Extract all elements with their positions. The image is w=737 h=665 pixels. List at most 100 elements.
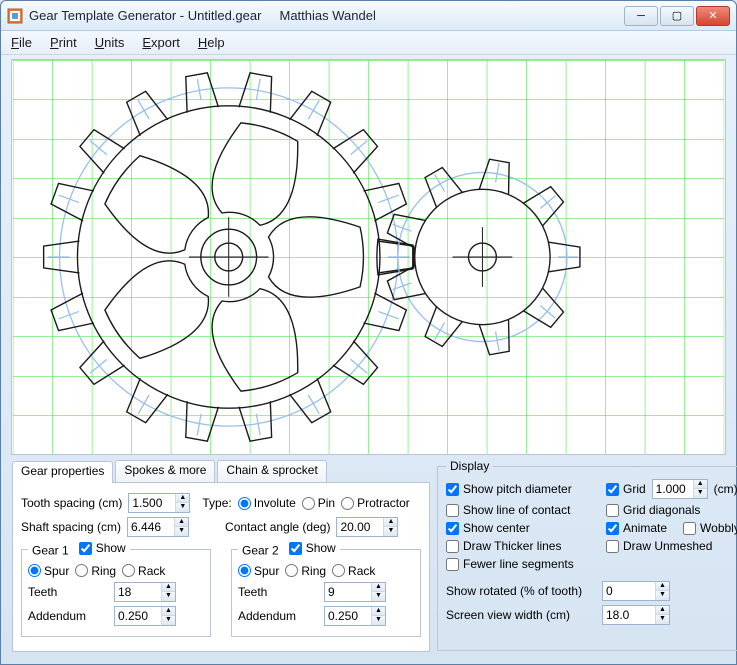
minimize-button[interactable]: ─ bbox=[624, 6, 658, 26]
gear1-addendum-input[interactable] bbox=[115, 608, 161, 624]
shaft-spacing-label: Shaft spacing (cm) bbox=[21, 520, 121, 534]
gear-canvas[interactable] bbox=[11, 59, 726, 455]
gear1-show-check[interactable]: Show bbox=[79, 541, 126, 555]
spin-up-icon[interactable]: ▲ bbox=[372, 583, 385, 592]
spin-down-icon[interactable]: ▼ bbox=[656, 591, 669, 600]
spin-up-icon[interactable]: ▲ bbox=[694, 480, 707, 489]
menu-help[interactable]: Help bbox=[198, 35, 225, 50]
maximize-button[interactable]: ▢ bbox=[660, 6, 694, 26]
spin-down-icon[interactable]: ▼ bbox=[656, 615, 669, 624]
spin-down-icon[interactable]: ▼ bbox=[694, 489, 707, 498]
show-pitch-check[interactable]: Show pitch diameter bbox=[446, 482, 596, 496]
screen-width-label: Screen view width (cm) bbox=[446, 608, 596, 622]
spin-down-icon[interactable]: ▼ bbox=[176, 503, 189, 512]
bottom-panel: Gear properties Spokes & more Chain & sp… bbox=[11, 459, 726, 653]
shaft-spacing-spinner[interactable]: ▲▼ bbox=[127, 517, 189, 537]
gear1-addendum-spinner[interactable]: ▲▼ bbox=[114, 606, 176, 626]
gear1-teeth-spinner[interactable]: ▲▼ bbox=[114, 582, 176, 602]
wobbly-check[interactable]: Wobbly bbox=[683, 521, 737, 535]
gear2-show-check[interactable]: Show bbox=[289, 541, 336, 555]
grid-unit-label: (cm) bbox=[714, 482, 737, 496]
menubar: File Print Units Export Help bbox=[1, 31, 736, 55]
spin-up-icon[interactable]: ▲ bbox=[656, 582, 669, 591]
gear2-spur-radio[interactable]: Spur bbox=[238, 564, 279, 578]
window-buttons: ─ ▢ ✕ bbox=[624, 6, 730, 26]
tooth-spacing-label: Tooth spacing (cm) bbox=[21, 496, 122, 510]
spin-down-icon[interactable]: ▼ bbox=[162, 592, 175, 601]
gear1-rack-radio[interactable]: Rack bbox=[122, 564, 165, 578]
tab-strip: Gear properties Spokes & more Chain & sp… bbox=[12, 460, 430, 482]
grid-value-input[interactable] bbox=[653, 481, 693, 497]
type-protractor-radio[interactable]: Protractor bbox=[341, 496, 410, 510]
tab-gear-properties[interactable]: Gear properties bbox=[12, 461, 113, 483]
display-group: Display Show pitch diameter Grid ▲▼ (cm)… bbox=[437, 459, 737, 651]
animate-check[interactable]: Animate bbox=[606, 521, 667, 535]
spin-up-icon[interactable]: ▲ bbox=[384, 518, 397, 527]
show-rotated-spinner[interactable]: ▲▼ bbox=[602, 581, 670, 601]
tooth-spacing-input[interactable] bbox=[129, 495, 175, 511]
contact-angle-input[interactable] bbox=[337, 519, 383, 535]
screen-width-spinner[interactable]: ▲▼ bbox=[602, 605, 670, 625]
show-rotated-label: Show rotated (% of tooth) bbox=[446, 584, 596, 598]
spin-up-icon[interactable]: ▲ bbox=[656, 606, 669, 615]
gear1-teeth-input[interactable] bbox=[115, 584, 161, 600]
contact-angle-spinner[interactable]: ▲▼ bbox=[336, 517, 398, 537]
tooth-spacing-spinner[interactable]: ▲▼ bbox=[128, 493, 190, 513]
gear2-teeth-input[interactable] bbox=[325, 584, 371, 600]
spin-up-icon[interactable]: ▲ bbox=[162, 583, 175, 592]
type-pin-radio[interactable]: Pin bbox=[302, 496, 335, 510]
tab-chain-sprocket[interactable]: Chain & sprocket bbox=[217, 460, 326, 482]
grid-check[interactable]: Grid bbox=[606, 482, 646, 496]
spin-up-icon[interactable]: ▲ bbox=[162, 607, 175, 616]
gear2-teeth-label: Teeth bbox=[238, 585, 318, 599]
window-title: Gear Template Generator - Untitled.gear … bbox=[29, 8, 624, 23]
contact-angle-label: Contact angle (deg) bbox=[225, 520, 330, 534]
grid-spinner[interactable]: ▲▼ bbox=[652, 479, 708, 499]
gear1-spur-radio[interactable]: Spur bbox=[28, 564, 69, 578]
menu-units[interactable]: Units bbox=[95, 35, 125, 50]
gear2-ring-radio[interactable]: Ring bbox=[285, 564, 326, 578]
spin-up-icon[interactable]: ▲ bbox=[372, 607, 385, 616]
spin-down-icon[interactable]: ▼ bbox=[384, 527, 397, 536]
spin-down-icon[interactable]: ▼ bbox=[372, 592, 385, 601]
show-center-check[interactable]: Show center bbox=[446, 521, 596, 535]
menu-print[interactable]: Print bbox=[50, 35, 77, 50]
tab-spokes-more[interactable]: Spokes & more bbox=[115, 460, 215, 482]
thicker-lines-check[interactable]: Draw Thicker lines bbox=[446, 539, 596, 553]
gear2-addendum-spinner[interactable]: ▲▼ bbox=[324, 606, 386, 626]
tabs-block: Gear properties Spokes & more Chain & sp… bbox=[11, 459, 431, 653]
gear2-rack-radio[interactable]: Rack bbox=[332, 564, 375, 578]
display-block: Display Show pitch diameter Grid ▲▼ (cm)… bbox=[437, 459, 737, 653]
menu-file[interactable]: File bbox=[11, 35, 32, 50]
spin-down-icon[interactable]: ▼ bbox=[175, 527, 188, 536]
gear2-group: Gear 2 Show Spur Ring Rack Teeth ▲▼ bbox=[231, 541, 421, 637]
tab-page-gear-properties: Tooth spacing (cm) ▲▼ Type: Involute Pin… bbox=[12, 482, 430, 652]
type-label: Type: bbox=[202, 496, 231, 510]
gear1-ring-radio[interactable]: Ring bbox=[75, 564, 116, 578]
spin-up-icon[interactable]: ▲ bbox=[175, 518, 188, 527]
grid-diagonals-check[interactable]: Grid diagonals bbox=[606, 503, 737, 517]
spin-down-icon[interactable]: ▼ bbox=[162, 616, 175, 625]
gear2-legend: Gear 2 bbox=[242, 544, 279, 558]
draw-unmeshed-check[interactable]: Draw Unmeshed bbox=[606, 539, 737, 553]
titlebar[interactable]: Gear Template Generator - Untitled.gear … bbox=[1, 1, 736, 31]
gear1-teeth-label: Teeth bbox=[28, 585, 108, 599]
gear1-addendum-label: Addendum bbox=[28, 609, 108, 623]
gear2-addendum-label: Addendum bbox=[238, 609, 318, 623]
show-rotated-input[interactable] bbox=[603, 583, 655, 599]
gear1-group: Gear 1 Show Spur Ring Rack Teeth ▲▼ bbox=[21, 541, 211, 637]
fewer-segments-check[interactable]: Fewer line segments bbox=[446, 557, 596, 571]
app-window: Gear Template Generator - Untitled.gear … bbox=[0, 0, 737, 665]
gear2-addendum-input[interactable] bbox=[325, 608, 371, 624]
spin-down-icon[interactable]: ▼ bbox=[372, 616, 385, 625]
spin-up-icon[interactable]: ▲ bbox=[176, 494, 189, 503]
type-involute-radio[interactable]: Involute bbox=[238, 496, 296, 510]
show-line-contact-check[interactable]: Show line of contact bbox=[446, 503, 596, 517]
gear2-teeth-spinner[interactable]: ▲▼ bbox=[324, 582, 386, 602]
gear1-legend: Gear 1 bbox=[32, 544, 69, 558]
screen-width-input[interactable] bbox=[603, 607, 655, 623]
display-legend: Display bbox=[446, 459, 493, 473]
shaft-spacing-input[interactable] bbox=[128, 519, 174, 535]
menu-export[interactable]: Export bbox=[142, 35, 180, 50]
close-button[interactable]: ✕ bbox=[696, 6, 730, 26]
